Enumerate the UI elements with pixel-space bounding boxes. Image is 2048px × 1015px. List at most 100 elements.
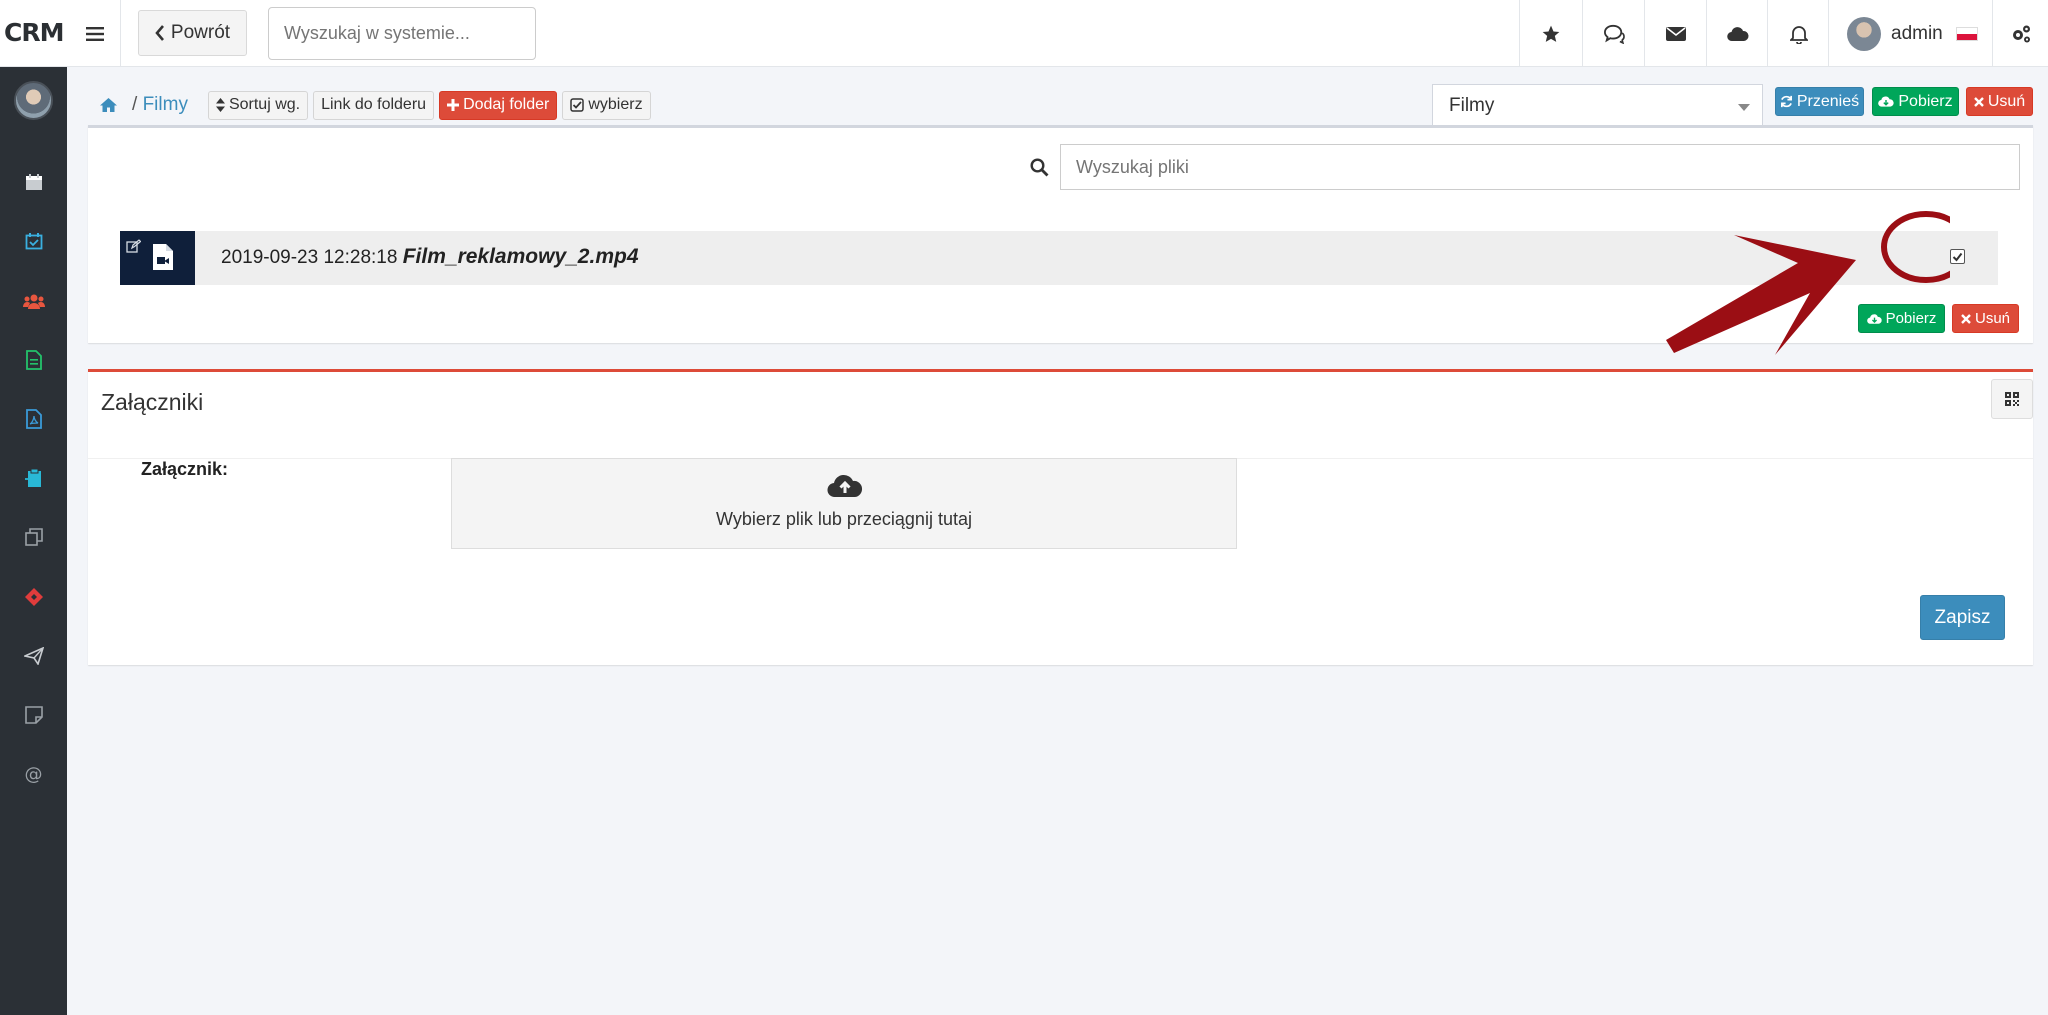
cloud-upload-icon: [827, 474, 863, 498]
menu-toggle-button[interactable]: [69, 0, 121, 67]
file-date: 2019-09-23 12:28:18: [221, 247, 398, 268]
file-dropzone[interactable]: Wybierz plik lub przeciągnij tutaj: [451, 458, 1237, 549]
save-button[interactable]: Zapisz: [1920, 595, 2005, 640]
sidebar-item-notes[interactable]: [0, 695, 67, 735]
gears-icon: [2012, 25, 2030, 42]
cloud-icon: [1726, 26, 1749, 41]
close-icon: [1973, 96, 1984, 107]
file-delete-button[interactable]: Usuń: [1952, 304, 2019, 333]
sidebar-item-contacts[interactable]: [0, 281, 67, 321]
avatar: [1847, 16, 1881, 51]
move-button-label: Przenieś: [1796, 92, 1860, 110]
move-button[interactable]: Przenieś: [1775, 87, 1864, 116]
attachments-panel: Załączniki Załącznik: Wybierz plik lub p…: [88, 369, 2033, 665]
file-search-input[interactable]: [1060, 144, 2020, 190]
sidebar-item-clipboard[interactable]: [0, 458, 67, 498]
file-delete-label: Usuń: [1974, 310, 2011, 327]
sidebar-item-tasks[interactable]: [0, 221, 67, 261]
edit-icon[interactable]: [126, 239, 141, 253]
refresh-icon: [1780, 95, 1792, 108]
file-video-icon: [153, 244, 173, 270]
star-icon: [1542, 25, 1559, 42]
user-name: admin: [1891, 22, 1943, 44]
paper-plane-icon: [23, 647, 44, 665]
folder-toolbar: / Filmy Sortuj wg. Link do folderu Dodaj…: [88, 87, 656, 123]
add-folder-label: Dodaj folder: [463, 96, 550, 113]
attachments-title: Załączniki: [101, 389, 204, 415]
folder-link-button[interactable]: Link do folderu: [313, 90, 435, 120]
check-square-icon: [570, 98, 585, 112]
bell-icon: [1789, 25, 1808, 44]
sidebar-item-email[interactable]: @: [0, 754, 67, 794]
select-button[interactable]: wybierz: [562, 90, 651, 120]
folder-link-label: Link do folderu: [321, 96, 427, 113]
dropdown-caret-icon: [1738, 104, 1750, 111]
close-icon: [1961, 313, 1971, 324]
calendar-icon: [25, 174, 42, 190]
sort-button-label: Sortuj wg.: [228, 96, 301, 113]
back-button[interactable]: Powrót: [138, 10, 247, 56]
home-link[interactable]: [88, 97, 128, 113]
file-name[interactable]: Film_reklamowy_2.mp4: [403, 245, 639, 268]
sidebar-item-pdf[interactable]: [0, 399, 67, 439]
back-button-label: Powrót: [170, 22, 231, 43]
sort-icon: [215, 98, 225, 112]
attachment-field-label: Załącznik:: [141, 459, 229, 479]
download-button[interactable]: Pobierz: [1872, 87, 1959, 116]
polish-flag-icon: [1955, 26, 1978, 41]
check-icon: [1952, 252, 1963, 262]
user-menu[interactable]: admin: [1828, 0, 1993, 67]
hamburger-icon: [85, 26, 104, 41]
cloud-button[interactable]: [1706, 0, 1768, 67]
qrcode-icon: [2005, 392, 2019, 406]
file-thumbnail: [120, 231, 195, 285]
cloud-download-icon: [1866, 313, 1882, 324]
qr-code-button[interactable]: [1991, 379, 2033, 419]
breadcrumb-separator: /: [132, 94, 138, 115]
select-button-label: wybierz: [588, 96, 643, 113]
notifications-button[interactable]: [1767, 0, 1829, 67]
sidebar-item-calendar[interactable]: [0, 162, 67, 202]
sidebar-item-copy[interactable]: [0, 517, 67, 557]
delete-button[interactable]: Usuń: [1966, 87, 2033, 116]
users-icon: [22, 294, 45, 309]
folder-select[interactable]: Filmy: [1432, 84, 1763, 126]
file-download-button[interactable]: Pobierz: [1858, 304, 1945, 333]
dropzone-text: Wybierz plik lub przeciągnij tutaj: [716, 509, 972, 529]
comments-icon: [1603, 24, 1625, 44]
sort-button[interactable]: Sortuj wg.: [207, 90, 309, 120]
delete-button-label: Usuń: [1987, 92, 2026, 110]
cloud-download-icon: [1878, 96, 1895, 107]
sidebar-item-send[interactable]: [0, 636, 67, 676]
add-folder-button[interactable]: Dodaj folder: [439, 90, 558, 120]
mail-button[interactable]: [1644, 0, 1706, 67]
sidebar-item-documents[interactable]: [0, 340, 67, 380]
clipboard-icon: [24, 468, 41, 487]
sticky-note-icon: [24, 706, 43, 724]
files-panel: 2019-09-23 12:28:18 Film_reklamowy_2.mp4…: [88, 125, 2033, 343]
envelope-icon: [1665, 26, 1686, 41]
app-logo: CRM: [4, 18, 64, 47]
chevron-left-icon: [155, 25, 164, 41]
favorites-button[interactable]: [1519, 0, 1581, 67]
chat-button[interactable]: [1582, 0, 1644, 67]
system-search-input[interactable]: [268, 7, 536, 60]
ticket-icon: [24, 588, 43, 606]
sidebar-avatar[interactable]: [14, 81, 53, 120]
plus-icon: [447, 99, 460, 111]
file-row[interactable]: 2019-09-23 12:28:18 Film_reklamowy_2.mp4: [120, 231, 1998, 285]
sidebar: @: [0, 67, 67, 1015]
sidebar-item-tickets[interactable]: [0, 577, 67, 617]
breadcrumb-current[interactable]: Filmy: [143, 94, 188, 115]
file-checkbox[interactable]: [1950, 249, 1965, 264]
copy-icon: [24, 528, 43, 546]
calendar-check-icon: [25, 233, 42, 250]
settings-button[interactable]: [1992, 0, 2048, 67]
file-label: 2019-09-23 12:28:18 Film_reklamowy_2.mp4: [221, 245, 639, 269]
file-download-label: Pobierz: [1885, 310, 1937, 327]
top-navbar: CRM Powrót admin: [0, 0, 2048, 67]
folder-select-value: Filmy: [1449, 95, 1495, 116]
breadcrumb: / Filmy: [132, 94, 188, 116]
at-icon: @: [24, 763, 43, 785]
file-pdf-icon: [25, 409, 42, 429]
